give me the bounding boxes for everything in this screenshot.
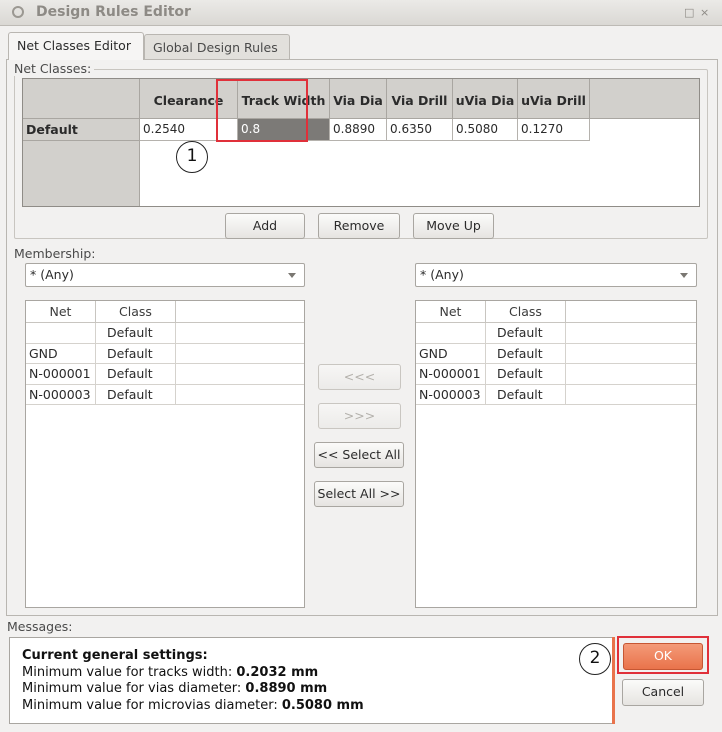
- list-item[interactable]: N-000003: [26, 384, 96, 405]
- tab-global-design-rules[interactable]: Global Design Rules: [144, 34, 290, 59]
- left-filter-value: * (Any): [30, 267, 74, 282]
- message-line-tracks: Minimum value for tracks width: 0.2032 m…: [22, 665, 612, 682]
- title-bar: Design Rules Editor □ ×: [0, 0, 722, 26]
- row-filler: [566, 344, 696, 364]
- header-filler: [590, 79, 699, 119]
- list-item[interactable]: N-000003: [416, 384, 486, 405]
- annotation-1: 1: [176, 141, 208, 173]
- tab-net-classes-editor[interactable]: Net Classes Editor: [8, 32, 144, 60]
- left-col-class[interactable]: Class: [96, 301, 176, 323]
- row-filler: [566, 323, 696, 344]
- right-filter-value: * (Any): [420, 267, 464, 282]
- left-filter-combo[interactable]: * (Any): [25, 263, 305, 287]
- list-item[interactable]: N-000001: [416, 364, 486, 385]
- highlight-track-width: [216, 79, 308, 142]
- list-item[interactable]: [416, 323, 486, 344]
- cancel-button[interactable]: Cancel: [622, 679, 704, 706]
- row-filler: [566, 364, 696, 385]
- annotation-2: 2: [579, 643, 611, 675]
- select-all-left-button[interactable]: << Select All: [314, 442, 404, 468]
- left-header-filler: [176, 301, 304, 323]
- list-item[interactable]: Default: [486, 343, 566, 364]
- col-header-via-dia[interactable]: Via Dia: [330, 79, 387, 119]
- cell-uvia-drill[interactable]: 0.1270: [518, 119, 590, 141]
- message-value: 0.5080 mm: [281, 697, 364, 713]
- move-right-button[interactable]: >>>: [318, 403, 401, 429]
- window-title: Design Rules Editor: [36, 4, 191, 20]
- row-header-filler: [23, 141, 140, 206]
- right-header-filler: [566, 301, 696, 323]
- messages-label: Messages:: [7, 619, 73, 634]
- right-net-list[interactable]: Net Class Default GND Default N-000001 D…: [415, 300, 697, 608]
- net-classes-label: Net Classes:: [14, 61, 95, 76]
- list-item[interactable]: Default: [486, 384, 566, 405]
- left-net-list[interactable]: Net Class Default GND Default N-000001 D…: [25, 300, 305, 608]
- cell-via-drill[interactable]: 0.6350: [387, 119, 453, 141]
- close-icon[interactable]: ×: [700, 6, 709, 19]
- move-left-button[interactable]: <<<: [318, 364, 401, 390]
- list-item[interactable]: Default: [96, 343, 176, 364]
- list-item[interactable]: GND: [26, 343, 96, 364]
- list-item[interactable]: GND: [416, 343, 486, 364]
- row-header-default[interactable]: Default: [23, 119, 140, 141]
- net-classes-grid[interactable]: Clearance Track Width Via Dia Via Drill …: [22, 78, 700, 207]
- col-header-via-drill[interactable]: Via Drill: [387, 79, 453, 119]
- message-text: Minimum value for microvias diameter:: [22, 697, 282, 713]
- messages-title: Current general settings:: [22, 648, 208, 663]
- window-menu-icon[interactable]: [12, 6, 24, 18]
- message-value: 0.2032 mm: [236, 664, 319, 680]
- row-filler: [176, 344, 304, 364]
- list-item[interactable]: [26, 323, 96, 344]
- select-all-right-button[interactable]: Select All >>: [314, 481, 404, 507]
- messages-panel: Current general settings: Minimum value …: [9, 637, 613, 724]
- cell-via-dia[interactable]: 0.8890: [330, 119, 387, 141]
- list-item[interactable]: Default: [486, 364, 566, 385]
- message-line-microvias: Minimum value for microvias diameter: 0.…: [22, 698, 612, 715]
- list-item[interactable]: N-000001: [26, 364, 96, 385]
- move-up-button[interactable]: Move Up: [413, 213, 494, 239]
- remove-button[interactable]: Remove: [318, 213, 400, 239]
- membership-label: Membership:: [14, 246, 96, 261]
- row-filler: [566, 385, 696, 405]
- message-text: Minimum value for vias diameter:: [22, 681, 246, 696]
- col-header-uvia-dia[interactable]: uVia Dia: [453, 79, 518, 119]
- list-item[interactable]: Default: [96, 323, 176, 344]
- message-line-vias: Minimum value for vias diameter: 0.8890 …: [22, 681, 612, 698]
- cell-uvia-dia[interactable]: 0.5080: [453, 119, 518, 141]
- grid-corner: [23, 79, 140, 119]
- messages-splitter[interactable]: [612, 637, 615, 724]
- left-col-net[interactable]: Net: [26, 301, 96, 323]
- right-col-net[interactable]: Net: [416, 301, 486, 323]
- list-item[interactable]: Default: [96, 384, 176, 405]
- col-header-uvia-drill[interactable]: uVia Drill: [518, 79, 590, 119]
- highlight-ok: [617, 636, 709, 674]
- right-col-class[interactable]: Class: [486, 301, 566, 323]
- chevron-down-icon: [680, 273, 688, 278]
- message-text: Minimum value for tracks width:: [22, 664, 237, 680]
- message-value: 0.8890 mm: [245, 681, 328, 696]
- list-item[interactable]: Default: [486, 323, 566, 344]
- maximize-icon[interactable]: □: [684, 6, 694, 19]
- add-button[interactable]: Add: [225, 213, 305, 239]
- row-filler: [176, 323, 304, 344]
- list-item[interactable]: Default: [96, 364, 176, 385]
- row-filler: [176, 364, 304, 385]
- row-filler: [176, 385, 304, 405]
- chevron-down-icon: [288, 273, 296, 278]
- right-filter-combo[interactable]: * (Any): [415, 263, 697, 287]
